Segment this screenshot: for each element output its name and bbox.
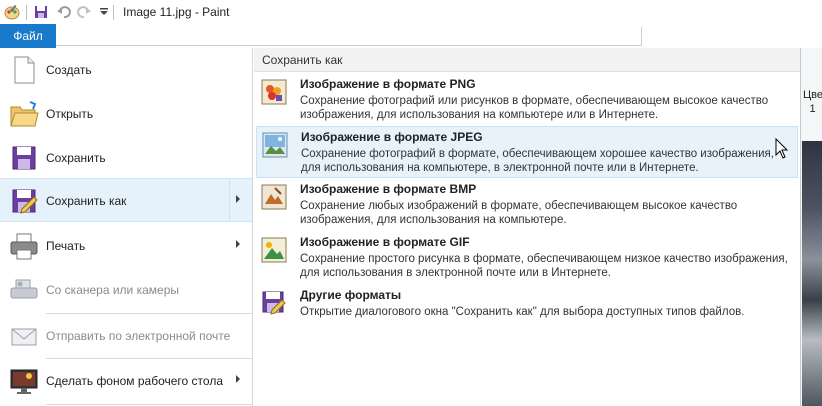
format-title: Изображение в формате JPEG (301, 130, 483, 144)
menu-item-set-desktop-background[interactable]: Сделать фоном рабочего стола (0, 359, 252, 403)
menu-item-label: Сохранить как (46, 194, 127, 208)
canvas-image (802, 141, 822, 406)
menu-item-label: Со сканера или камеры (46, 283, 179, 297)
menu-item-open[interactable]: Открыть (0, 92, 252, 136)
mouse-pointer-icon (775, 137, 789, 160)
menu-separator (46, 404, 252, 405)
format-option-gif[interactable]: Изображение в формате GIF Сохранение про… (256, 232, 798, 284)
submenu-arrow-icon (236, 195, 240, 203)
menu-item-print[interactable]: Печать (0, 224, 252, 268)
menu-item-label: Сохранить (46, 151, 106, 165)
format-description: Сохранение простого рисунка в формате, о… (300, 253, 788, 279)
format-option-png[interactable]: Изображение в формате PNG Сохранение фот… (256, 74, 798, 126)
menu-item-save-as[interactable]: Сохранить как (0, 178, 252, 222)
save-as-icon (8, 185, 40, 217)
submenu-header-label: Сохранить как (262, 53, 343, 67)
submenu-header: Сохранить как (254, 48, 800, 72)
format-title: Другие форматы (300, 288, 402, 302)
open-folder-icon (8, 98, 40, 130)
paint-app-icon[interactable] (3, 3, 21, 21)
save-as-submenu: Сохранить как Изображение в формате PNG … (254, 48, 800, 406)
submenu-arrow-icon (236, 375, 240, 383)
menu-item-label: Сделать фоном рабочего стола (46, 374, 223, 388)
new-document-icon (8, 54, 40, 86)
format-description: Сохранение фотографий в формате, обеспеч… (301, 148, 774, 174)
ribbon-tab-row: Файл (0, 24, 822, 48)
menu-item-save[interactable]: Сохранить (0, 136, 252, 180)
menu-item-label: Создать (46, 63, 92, 77)
format-description: Сохранение фотографий или рисунков в фор… (300, 95, 769, 121)
save-disk-icon (8, 142, 40, 174)
menu-item-new[interactable]: Создать (0, 48, 252, 92)
menu-item-label: Печать (46, 239, 86, 253)
menu-item-email[interactable]: Отправить по электронной почте (0, 314, 252, 358)
format-description: Открытие диалогового окна "Сохранить как… (300, 306, 745, 318)
split-divider (229, 178, 230, 222)
colors-number: 1 (809, 103, 816, 115)
undo-icon[interactable] (55, 3, 73, 21)
png-icon (261, 79, 287, 105)
other-formats-icon (261, 290, 287, 316)
title-bar: Image 11.jpg - Paint (0, 0, 822, 24)
format-title: Изображение в формате PNG (300, 77, 476, 91)
menu-item-label: Отправить по электронной почте (46, 329, 231, 343)
format-option-bmp[interactable]: Изображение в формате BMP Сохранение люб… (256, 179, 798, 231)
email-icon (8, 320, 40, 352)
menu-item-scanner[interactable]: Со сканера или камеры (0, 268, 252, 312)
format-description: Сохранение любых изображений в формате, … (300, 200, 738, 226)
title-separator (113, 5, 114, 20)
menu-item-label: Открыть (46, 107, 94, 121)
scanner-icon (8, 274, 40, 306)
gif-icon (261, 237, 287, 263)
format-title: Изображение в формате GIF (300, 235, 470, 249)
format-option-jpeg[interactable]: Изображение в формате JPEG Сохранение фо… (256, 126, 798, 178)
bmp-icon (261, 184, 287, 210)
ribbon-divider (56, 45, 641, 46)
jpeg-icon (262, 132, 288, 158)
ribbon-divider (641, 27, 642, 46)
redo-icon[interactable] (75, 3, 93, 21)
file-tab[interactable]: Файл (0, 24, 56, 48)
title-separator (26, 5, 27, 20)
format-title: Изображение в формате BMP (300, 182, 477, 196)
submenu-arrow-icon (236, 240, 240, 248)
customize-quick-access-icon[interactable] (95, 3, 113, 21)
colors-group[interactable]: Цве 1 (801, 88, 822, 118)
colors-label: Цве (803, 89, 822, 101)
desktop-background-icon (8, 365, 40, 397)
quick-save-icon[interactable] (32, 3, 50, 21)
format-option-other[interactable]: Другие форматы Открытие диалогового окна… (256, 285, 798, 337)
window-title: Image 11.jpg - Paint (123, 5, 230, 19)
file-menu-left-panel: Создать Открыть Сохранить Сохранить как … (0, 48, 253, 406)
printer-icon (8, 230, 40, 262)
